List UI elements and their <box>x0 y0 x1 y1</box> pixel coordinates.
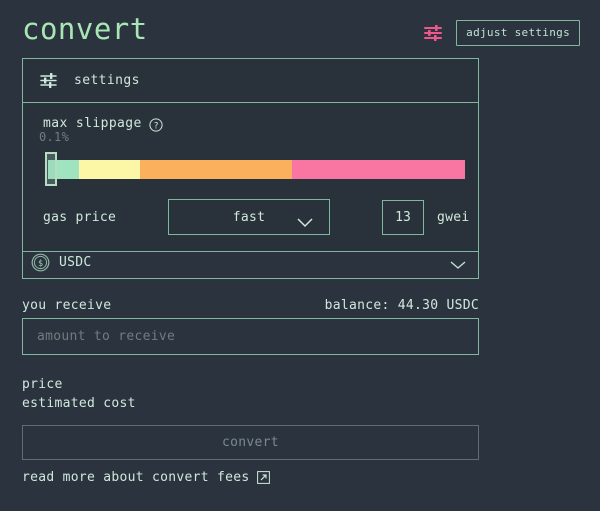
slider-thumb[interactable] <box>45 152 57 186</box>
slider-segment-high <box>291 160 465 179</box>
chevron-down-icon[interactable] <box>448 256 468 269</box>
settings-panel: settings max slippage ? 0.1% gas price f… <box>22 58 479 252</box>
svg-text:$: $ <box>38 259 43 269</box>
price-label: price <box>22 377 63 392</box>
gas-price-label: gas price <box>43 209 117 225</box>
sliders-icon <box>40 73 57 88</box>
settings-panel-header: settings <box>23 59 478 103</box>
you-receive-label: you receive <box>22 298 112 313</box>
balance-label: balance: 44.30 USDC <box>324 298 479 313</box>
sliders-icon[interactable] <box>424 25 443 41</box>
amount-to-receive-input[interactable] <box>22 318 479 355</box>
estimated-cost-label: estimated cost <box>22 396 136 411</box>
you-receive-header: you receive balance: 44.30 USDC <box>22 298 479 313</box>
settings-panel-body: max slippage ? 0.1% gas price fast 13 gw… <box>23 103 478 251</box>
question-mark-circle-icon[interactable]: ? <box>149 117 163 132</box>
info-row-estimated-cost: estimated cost <box>22 394 479 413</box>
info-row-price: price <box>22 375 479 394</box>
gas-speed-select[interactable]: fast <box>168 199 330 235</box>
external-link-icon <box>256 471 270 484</box>
max-slippage-value: 0.1% <box>39 130 70 144</box>
gas-speed-value: fast <box>232 209 266 225</box>
convert-fees-link[interactable]: read more about convert fees <box>22 470 270 485</box>
token-symbol: USDC <box>59 254 92 270</box>
slider-segment-medium-low <box>79 160 140 179</box>
gas-price-unit: gwei <box>437 209 470 225</box>
settings-panel-title: settings <box>74 73 140 88</box>
gas-price-row: gas price fast gwei <box>39 199 469 235</box>
chevron-down-icon <box>295 213 315 228</box>
gas-price-input[interactable] <box>382 199 424 235</box>
convert-button[interactable]: convert <box>22 425 479 460</box>
max-slippage-label-row: max slippage ? <box>39 116 462 132</box>
slider-segment-medium-high <box>139 160 292 179</box>
adjust-settings-button[interactable]: adjust settings <box>456 20 580 46</box>
trade-info: price estimated cost <box>22 375 479 413</box>
svg-text:?: ? <box>153 121 158 131</box>
convert-fees-link-label: read more about convert fees <box>22 470 250 485</box>
header-actions: adjust settings <box>424 20 580 46</box>
max-slippage-label: max slippage <box>43 116 142 131</box>
convert-page: convert adjust settings $ USDC settings … <box>0 0 600 511</box>
page-header: convert adjust settings <box>0 0 600 54</box>
page-title: convert <box>22 12 148 46</box>
slider-track[interactable] <box>48 160 465 179</box>
max-slippage-slider[interactable] <box>39 151 465 186</box>
dollar-circle-icon: $ <box>31 253 50 272</box>
